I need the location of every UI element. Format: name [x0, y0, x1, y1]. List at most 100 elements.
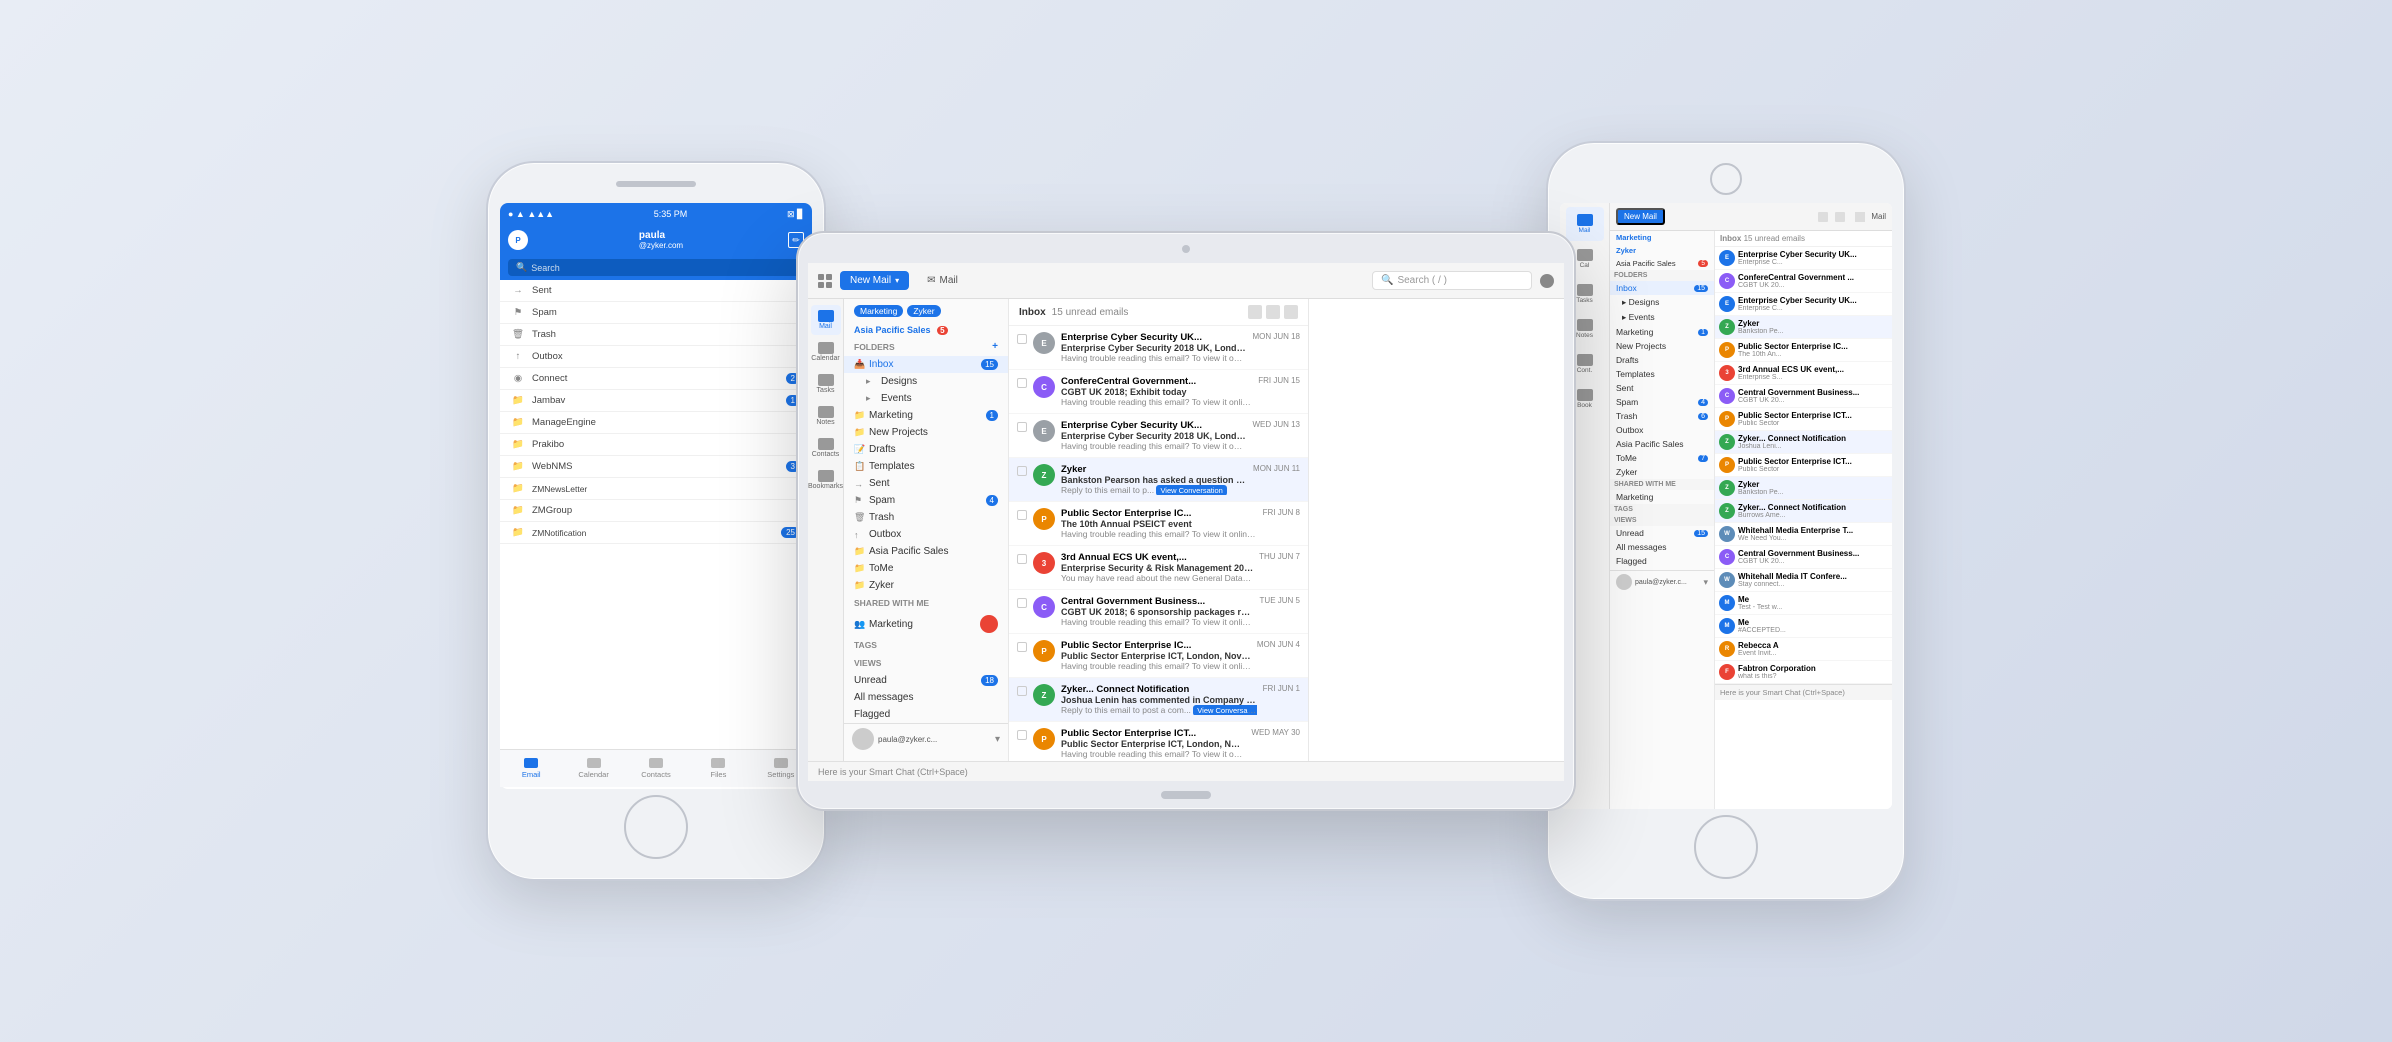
email-item[interactable]: P Public Sector Enterprise IC... The 10t… [1009, 502, 1308, 546]
folder-spam[interactable]: ⚑ Spam 4 [844, 492, 1008, 509]
marketing-tag[interactable]: Marketing [854, 305, 903, 317]
nav-jambav[interactable]: 📁 Jambav 1 [500, 390, 812, 412]
email-checkbox[interactable] [1017, 642, 1027, 652]
pr-new-mail-button[interactable]: New Mail [1616, 208, 1665, 225]
email-item[interactable]: P Public Sector Enterprise IC... Public … [1009, 634, 1308, 678]
tab-calendar[interactable]: Calendar [562, 758, 624, 779]
grid-icon[interactable] [818, 274, 832, 288]
nav-manageengine[interactable]: 📁 ManageEngine [500, 412, 812, 434]
email-checkbox[interactable] [1017, 598, 1027, 608]
view-unread[interactable]: Unread 18 [844, 672, 1008, 689]
pr-shared-marketing[interactable]: Marketing [1610, 490, 1714, 504]
pr-view-unread[interactable]: Unread 15 [1610, 526, 1714, 540]
new-mail-button[interactable]: New Mail ▾ [840, 271, 909, 290]
pr-zyker-tag[interactable]: Zyker [1610, 244, 1714, 257]
pr-email-item[interactable]: P Public Sector Enterprise ICT... Public… [1715, 408, 1892, 431]
folder-sent[interactable]: → Sent [844, 475, 1008, 492]
email-checkbox[interactable] [1017, 730, 1027, 740]
view-conversation-button[interactable]: View Conversation [1193, 705, 1256, 715]
pr-email-item[interactable]: E Enterprise Cyber Security UK... Enterp… [1715, 247, 1892, 270]
email-item[interactable]: P Public Sector Enterprise ICT... Public… [1009, 722, 1308, 761]
email-item[interactable]: Z Zyker... Connect Notification Joshua L… [1009, 678, 1308, 722]
folder-inbox[interactable]: 📥 Inbox 15 [844, 356, 1008, 373]
pr-tome[interactable]: ToMe 7 [1610, 451, 1714, 465]
view-conversation-button[interactable]: View Conversation [1156, 485, 1226, 495]
pr-marketing[interactable]: Marketing 1 [1610, 325, 1714, 339]
sidebar-icon-contacts[interactable]: Contacts [811, 433, 841, 463]
pr-outbox[interactable]: Outbox [1610, 423, 1714, 437]
pr-email-item[interactable]: P Public Sector Enterprise ICT... Public… [1715, 454, 1892, 477]
folder-trash[interactable]: 🗑 Trash [844, 509, 1008, 526]
email-item[interactable]: E Enterprise Cyber Security UK... Enterp… [1009, 414, 1308, 458]
email-checkbox[interactable] [1017, 510, 1027, 520]
email-item[interactable]: C Central Government Business... CGBT UK… [1009, 590, 1308, 634]
settings-icon[interactable] [1248, 305, 1262, 319]
nav-outbox[interactable]: ↑ Outbox [500, 346, 812, 368]
pr-email-item[interactable]: W Whitehall Media Enterprise T... We Nee… [1715, 523, 1892, 546]
pr-email-item[interactable]: E Enterprise Cyber Security UK... Enterp… [1715, 293, 1892, 316]
pr-email-item[interactable]: Z Zyker... Connect Notification Joshua L… [1715, 431, 1892, 454]
pr-aps2[interactable]: Asia Pacific Sales [1610, 437, 1714, 451]
pr-events[interactable]: ▸ Events [1610, 310, 1714, 325]
nav-connect[interactable]: ◉ Connect 2 [500, 368, 812, 390]
pr-drafts[interactable]: Drafts [1610, 353, 1714, 367]
pr-designs[interactable]: ▸ Designs [1610, 295, 1714, 310]
pr-zyker2[interactable]: Zyker [1610, 465, 1714, 479]
pr-marketing-tag[interactable]: Marketing [1610, 231, 1714, 244]
pr-new-projects[interactable]: New Projects [1610, 339, 1714, 353]
sidebar-icon-calendar[interactable]: Calendar [811, 337, 841, 367]
tab-contacts[interactable]: Contacts [625, 758, 687, 779]
folder-marketing[interactable]: 📁 Marketing 1 [844, 407, 1008, 424]
pr-dropdown-icon[interactable]: ▾ [1703, 577, 1708, 588]
nav-trash[interactable]: 🗑 Trash [500, 324, 812, 346]
tab-files[interactable]: Files [687, 758, 749, 779]
pr-aps[interactable]: Asia Pacific Sales 5 [1610, 257, 1714, 270]
pr-email-item[interactable]: F Fabtron Corporation what is this? [1715, 661, 1892, 684]
folder-events[interactable]: ▸ Events [844, 390, 1008, 407]
folder-aps[interactable]: 📁 Asia Pacific Sales [844, 543, 1008, 560]
email-item[interactable]: Z Zyker Bankston Pearson has asked a que… [1009, 458, 1308, 502]
pr-sent[interactable]: Sent [1610, 381, 1714, 395]
pr-filter-icon[interactable] [1818, 212, 1828, 222]
pr-email-item[interactable]: Z Zyker Bankston Pe... [1715, 477, 1892, 500]
pr-sort-icon[interactable] [1835, 212, 1845, 222]
pr-trash[interactable]: Trash 6 [1610, 409, 1714, 423]
nav-zmnewsletter[interactable]: 📁 ZMNewsLetter [500, 478, 812, 500]
view-all[interactable]: All messages [844, 689, 1008, 706]
pr-email-item[interactable]: C Central Government Business... CGBT UK… [1715, 385, 1892, 408]
folder-zyker[interactable]: 📁 Zyker [844, 577, 1008, 594]
pr-email-item[interactable]: R Rebecca A Event Invit... [1715, 638, 1892, 661]
email-checkbox[interactable] [1017, 422, 1027, 432]
pr-view-flagged[interactable]: Flagged [1610, 554, 1714, 568]
folder-drafts[interactable]: 📝 Drafts [844, 441, 1008, 458]
pr-email-item[interactable]: C Central Government Business... CGBT UK… [1715, 546, 1892, 569]
folder-designs[interactable]: ▸ Designs [844, 373, 1008, 390]
pr-email-item[interactable]: 3 3rd Annual ECS UK event,... Enterprise… [1715, 362, 1892, 385]
email-item[interactable]: E Enterprise Cyber Security UK... Enterp… [1009, 326, 1308, 370]
nav-zmgroup[interactable]: 📁 ZMGroup [500, 500, 812, 522]
pr-email-item[interactable]: M Me Test - Test w... [1715, 592, 1892, 615]
pr-icon-mail[interactable]: Mail [1566, 207, 1604, 241]
email-checkbox[interactable] [1017, 554, 1027, 564]
sidebar-icon-bookmarks[interactable]: Bookmarks [811, 465, 841, 495]
tab-email[interactable]: Email [500, 758, 562, 779]
sidebar-icon-mail[interactable]: Mail [811, 305, 841, 335]
email-checkbox[interactable] [1017, 686, 1027, 696]
pr-email-item[interactable]: P Public Sector Enterprise IC... The 10t… [1715, 339, 1892, 362]
pr-email-item[interactable]: M Me #ACCEPTED... [1715, 615, 1892, 638]
email-item[interactable]: 3 3rd Annual ECS UK event,... Enterprise… [1009, 546, 1308, 590]
email-checkbox[interactable] [1017, 378, 1027, 388]
nav-webnms[interactable]: 📁 WebNMS 3 [500, 456, 812, 478]
nav-prakibo[interactable]: 📁 Prakibo [500, 434, 812, 456]
pr-templates[interactable]: Templates [1610, 367, 1714, 381]
zyker-tag[interactable]: Zyker [907, 305, 940, 317]
view-flagged[interactable]: Flagged [844, 706, 1008, 723]
email-checkbox[interactable] [1017, 334, 1027, 344]
pr-spam[interactable]: Spam 4 [1610, 395, 1714, 409]
folder-tome[interactable]: 📁 ToMe [844, 560, 1008, 577]
nav-sent[interactable]: → Sent [500, 280, 812, 302]
sidebar-icon-tasks[interactable]: Tasks [811, 369, 841, 399]
pr-view-all[interactable]: All messages [1610, 540, 1714, 554]
pr-email-item[interactable]: Z Zyker Bankston Pe... [1715, 316, 1892, 339]
email-item[interactable]: C ConfereCentral Government... CGBT UK 2… [1009, 370, 1308, 414]
